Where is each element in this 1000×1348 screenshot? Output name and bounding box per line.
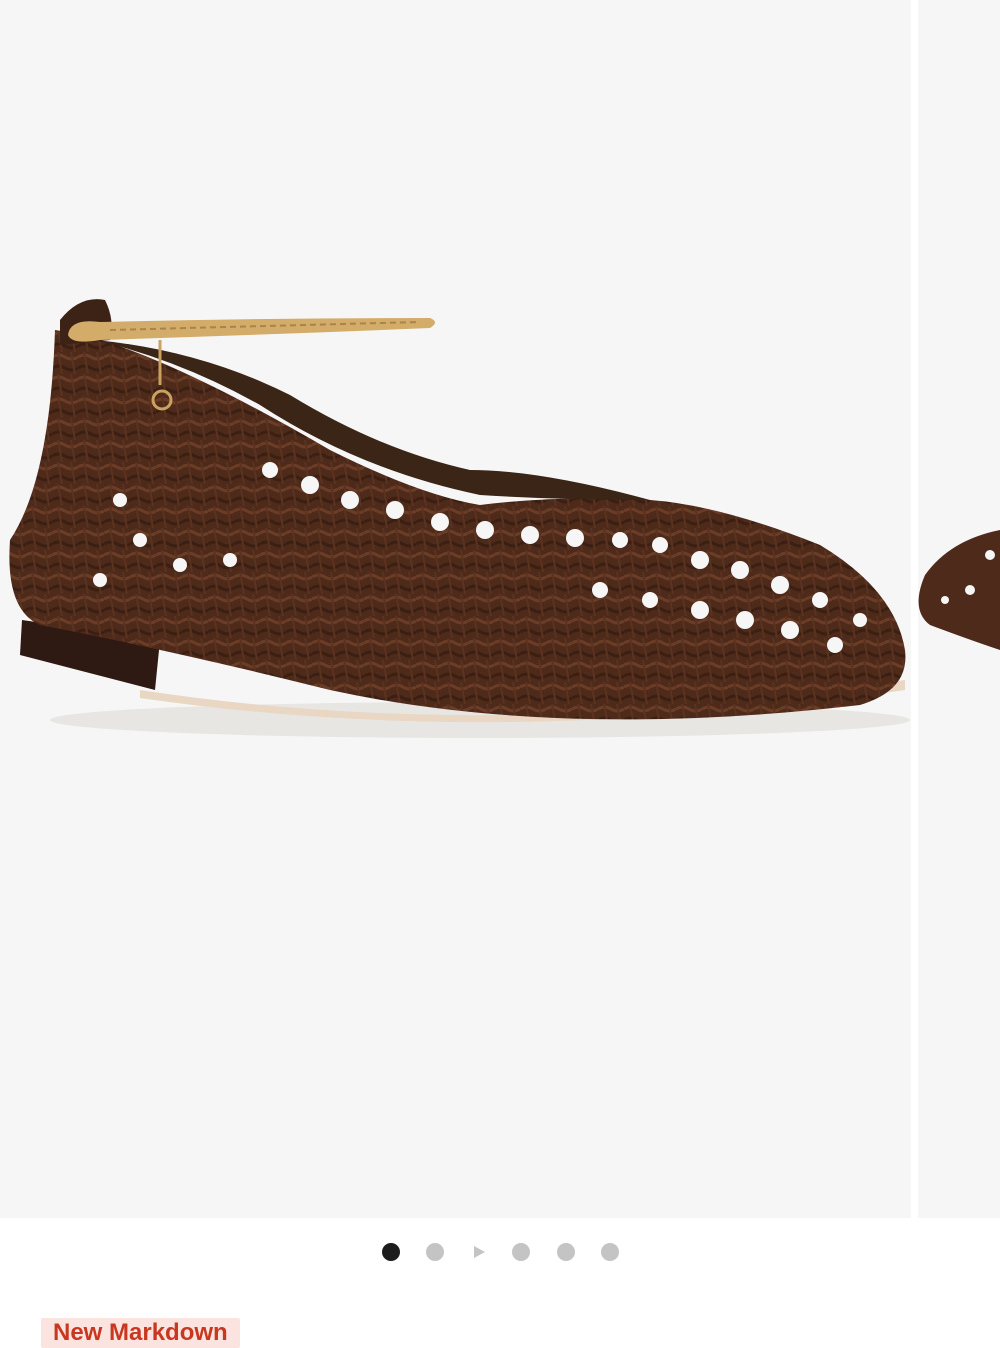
play-video-icon[interactable] <box>470 1243 488 1261</box>
product-image-gallery[interactable] <box>0 0 1000 1218</box>
product-image-next-slide[interactable] <box>918 0 1000 1218</box>
product-image <box>9 299 910 738</box>
product-image-next <box>918 530 1000 650</box>
carousel-dot-5[interactable] <box>557 1243 575 1261</box>
carousel-dot-6[interactable] <box>601 1243 619 1261</box>
carousel-dot-4[interactable] <box>512 1243 530 1261</box>
new-markdown-badge: New Markdown <box>41 1318 240 1348</box>
product-image-slide[interactable] <box>0 0 911 1218</box>
carousel-dot-2[interactable] <box>426 1243 444 1261</box>
carousel-pagination <box>0 1232 1000 1272</box>
carousel-dot-1[interactable] <box>382 1243 400 1261</box>
